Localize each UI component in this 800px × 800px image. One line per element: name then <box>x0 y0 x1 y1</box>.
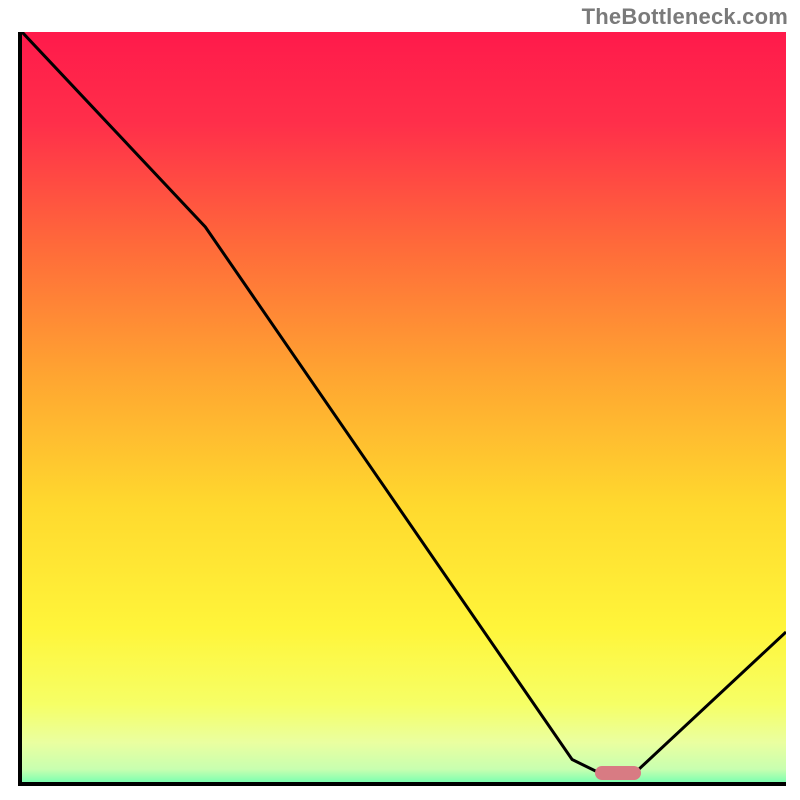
plot-area <box>18 32 786 786</box>
curve-path <box>22 32 786 775</box>
optimal-range-marker <box>595 766 641 780</box>
bottleneck-curve <box>22 32 786 782</box>
chart-container: TheBottleneck.com <box>0 0 800 800</box>
watermark-text: TheBottleneck.com <box>582 4 788 30</box>
